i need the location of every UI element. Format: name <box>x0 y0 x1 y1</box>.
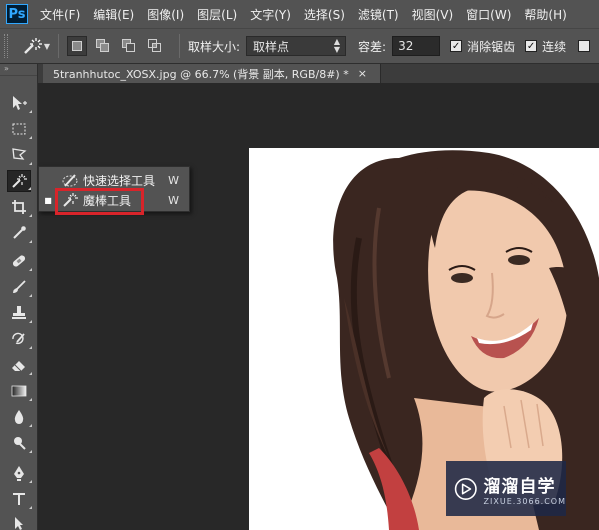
sample-size-label: 取样大小: <box>188 39 241 54</box>
collapse-arrows-icon[interactable]: » <box>0 64 37 76</box>
close-icon[interactable]: × <box>358 67 367 80</box>
pen-icon <box>14 466 24 481</box>
flyout-item-shortcut: W <box>168 173 179 187</box>
type-icon <box>13 493 25 505</box>
chevron-down-icon: ▼ <box>43 42 50 51</box>
quick-selection-icon <box>59 172 81 188</box>
tools-panel: » <box>0 64 38 530</box>
contiguous-checkbox[interactable]: ✓ 连续 <box>525 38 566 55</box>
blur-tool[interactable] <box>7 406 32 428</box>
bandage-icon <box>12 255 26 267</box>
subtract-selection-icon <box>122 39 135 52</box>
menu-help[interactable]: 帮助(H) <box>524 6 566 23</box>
eraser-icon <box>12 361 25 372</box>
sample-size-select[interactable]: 取样点 ▲ ▼ <box>246 36 347 56</box>
crop-icon <box>12 200 26 214</box>
rectangular-marquee-icon <box>12 123 26 135</box>
brush-icon <box>13 280 26 293</box>
menu-bar: Ps 文件(F) 编辑(E) 图像(I) 图层(L) 文字(Y) 选择(S) 滤… <box>0 0 599 28</box>
antialias-checkbox[interactable]: ✓ 消除锯齿 <box>450 38 515 55</box>
dodge-tool[interactable] <box>7 432 32 454</box>
eyedropper-icon <box>13 226 26 239</box>
add-to-selection-button[interactable] <box>93 36 113 56</box>
history-brush-icon <box>12 332 25 345</box>
menu-filter[interactable]: 滤镜(T) <box>358 6 399 23</box>
pen-tool[interactable] <box>7 462 32 484</box>
options-bar-grip[interactable] <box>4 34 8 58</box>
gradient-tool[interactable] <box>7 380 32 402</box>
eyedropper-tool[interactable] <box>7 222 32 244</box>
menu-select[interactable]: 选择(S) <box>304 6 345 23</box>
water-drop-icon <box>14 410 24 424</box>
menu-edit[interactable]: 编辑(E) <box>93 6 134 23</box>
subtract-from-selection-button[interactable] <box>119 36 139 56</box>
annotation-highlight-box <box>55 188 144 215</box>
menu-image[interactable]: 图像(I) <box>147 6 184 23</box>
tolerance-label: 容差: <box>358 39 387 54</box>
checkmark-icon: ✓ <box>525 40 538 52</box>
play-logo-icon <box>454 477 477 500</box>
move-tool[interactable] <box>7 92 32 114</box>
tool-preset-picker[interactable]: ▼ <box>14 33 50 59</box>
selected-bullet-icon: ■ <box>44 195 52 205</box>
document-tab-title: 5tranhhutoc_XOSX.jpg @ 66.7% (背景 副本, RGB… <box>53 67 349 81</box>
select-arrows-icon: ▲ ▼ <box>333 37 341 54</box>
history-brush-tool[interactable] <box>7 328 32 350</box>
watermark: 溜溜自学 ZIXUE.3066.COM <box>446 461 566 516</box>
healing-brush-tool[interactable] <box>7 250 32 272</box>
new-selection-icon <box>72 41 82 51</box>
photoshop-logo[interactable]: Ps <box>6 4 28 24</box>
flyout-item-shortcut: W <box>168 193 179 207</box>
document-tab-bar: 5tranhhutoc_XOSX.jpg @ 66.7% (背景 副本, RGB… <box>38 64 599 83</box>
magic-wand-tool[interactable] <box>7 170 31 192</box>
dodge-icon <box>14 437 26 450</box>
flyout-item-quick-selection[interactable]: 快速选择工具 W <box>39 170 189 190</box>
options-bar: ▼ 取样大小: 取样点 ▲ ▼ 容差: 32 ✓ 消除锯齿 ✓ 连续 <box>0 28 599 64</box>
crop-tool[interactable] <box>7 196 32 218</box>
lasso-tool[interactable] <box>7 144 32 166</box>
flyout-item-label: 快速选择工具 <box>83 173 156 188</box>
magic-wand-icon <box>12 174 27 188</box>
divider <box>58 34 59 58</box>
intersect-selection-button[interactable] <box>145 36 165 56</box>
menu-view[interactable]: 视图(V) <box>412 6 454 23</box>
menu-type[interactable]: 文字(Y) <box>250 6 291 23</box>
marquee-tool[interactable] <box>7 118 32 140</box>
brush-tool[interactable] <box>7 276 32 298</box>
magic-wand-icon <box>24 38 42 54</box>
sample-size-value: 取样点 <box>253 39 290 54</box>
tolerance-input[interactable]: 32 <box>392 36 441 56</box>
menu-window[interactable]: 窗口(W) <box>466 6 511 23</box>
stamp-icon <box>12 306 26 319</box>
polygonal-lasso-icon <box>12 148 27 160</box>
checkmark-icon: ✓ <box>450 40 463 52</box>
eraser-tool[interactable] <box>7 354 32 376</box>
contiguous-label: 连续 <box>542 39 567 54</box>
path-selection-icon <box>15 517 23 530</box>
new-selection-button[interactable] <box>67 36 87 56</box>
intersect-selection-icon <box>148 39 161 52</box>
watermark-title: 溜溜自学 <box>483 476 556 497</box>
menu-file[interactable]: 文件(F) <box>40 6 80 23</box>
menu-layer[interactable]: 图层(L) <box>197 6 237 23</box>
antialias-label: 消除锯齿 <box>467 39 516 54</box>
divider <box>179 34 180 58</box>
add-selection-icon <box>96 39 109 52</box>
document-tab[interactable]: 5tranhhutoc_XOSX.jpg @ 66.7% (背景 副本, RGB… <box>43 64 381 83</box>
clone-stamp-tool[interactable] <box>7 302 32 324</box>
watermark-subtitle: ZIXUE.3066.COM <box>483 496 566 506</box>
move-icon <box>13 96 27 110</box>
type-tool[interactable] <box>7 488 32 510</box>
path-selection-tool[interactable] <box>7 512 31 530</box>
gradient-icon <box>11 385 27 397</box>
sample-all-layers-checkbox[interactable] <box>578 40 591 52</box>
